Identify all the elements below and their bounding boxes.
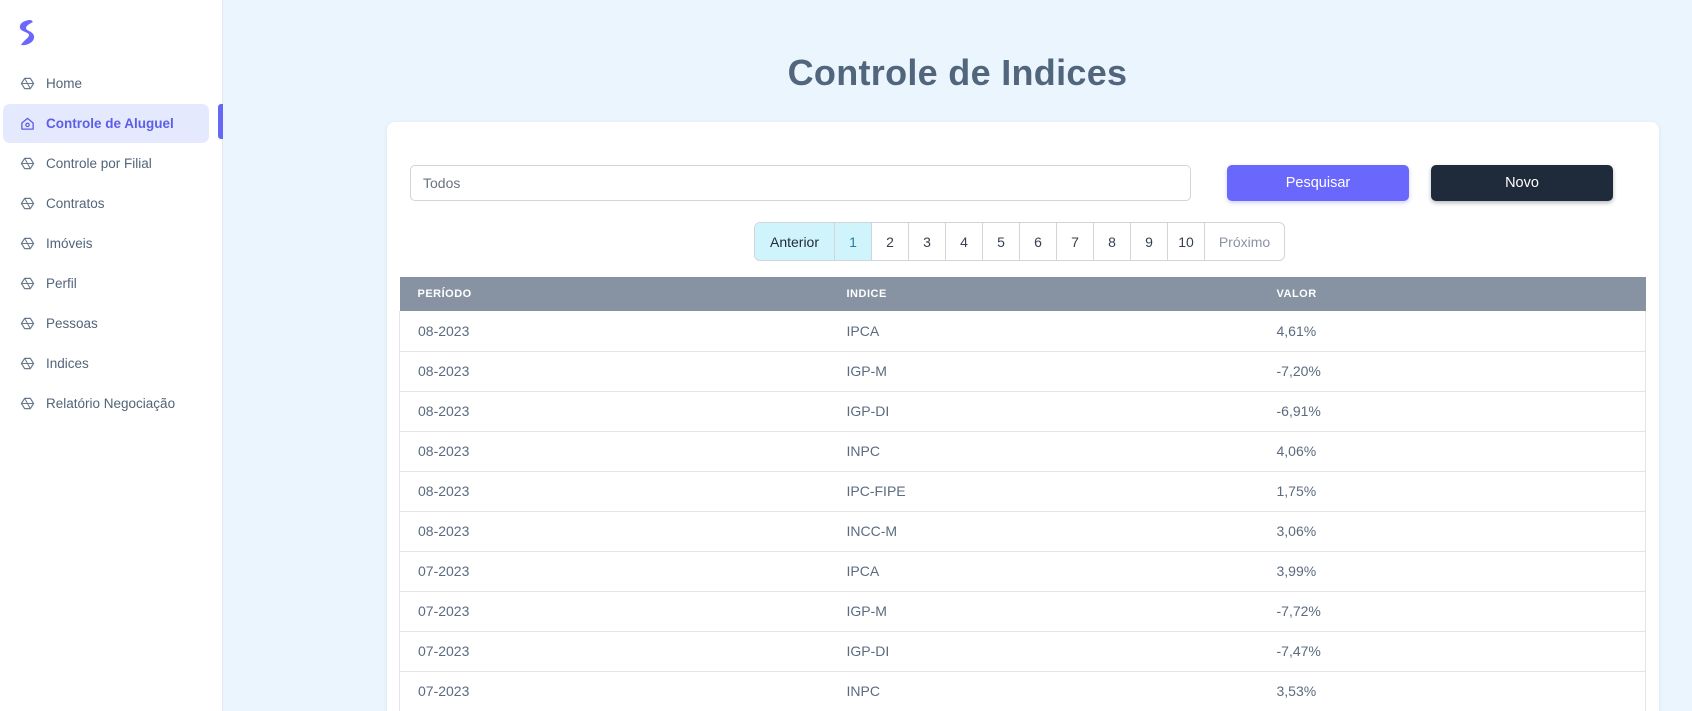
cube-icon bbox=[19, 196, 35, 212]
pagination-page-7[interactable]: 7 bbox=[1057, 223, 1094, 260]
sidebar-item-label: Relatório Negociação bbox=[46, 396, 176, 411]
cell-indice: IGP-DI bbox=[828, 391, 1259, 432]
cell-periodo: 07-2023 bbox=[399, 591, 829, 632]
indices-card: Pesquisar Novo Anterior 12345678910Próxi… bbox=[387, 122, 1659, 711]
cell-periodo: 07-2023 bbox=[399, 671, 829, 711]
sidebar-item-label: Imóveis bbox=[46, 236, 93, 251]
cell-periodo: 08-2023 bbox=[399, 311, 829, 352]
pagination-page-5[interactable]: 5 bbox=[983, 223, 1020, 260]
sidebar-item-relatorio-negociacao[interactable]: Relatório Negociação bbox=[3, 384, 209, 423]
house-icon bbox=[19, 116, 35, 132]
table-row[interactable]: 08-2023 IGP-M -7,20% bbox=[399, 351, 1646, 392]
cell-periodo: 07-2023 bbox=[399, 551, 829, 592]
sidebar-item-label: Controle por Filial bbox=[46, 156, 152, 171]
cube-icon bbox=[19, 76, 35, 92]
cell-periodo: 08-2023 bbox=[399, 431, 829, 472]
header-indice[interactable]: INDICE bbox=[828, 277, 1259, 311]
cell-indice: INPC bbox=[828, 671, 1259, 711]
cell-valor: -7,47% bbox=[1258, 631, 1646, 672]
active-nav-marker bbox=[218, 104, 223, 139]
cell-periodo: 08-2023 bbox=[399, 471, 829, 512]
cube-icon bbox=[19, 396, 35, 412]
sidebar-item-pessoas[interactable]: Pessoas bbox=[3, 304, 209, 343]
cell-indice: INPC bbox=[828, 431, 1259, 472]
brand-logo-icon[interactable] bbox=[16, 18, 38, 48]
search-input[interactable] bbox=[410, 165, 1191, 201]
pagination: Anterior 1 2 3 4 5 6 7 8 9 10 Próximo bbox=[754, 222, 1285, 261]
sidebar-item-contratos[interactable]: Contratos bbox=[3, 184, 209, 223]
cell-indice: IPCA bbox=[828, 551, 1259, 592]
table-row[interactable]: 07-2023 INPC 3,53% bbox=[399, 671, 1646, 711]
cell-valor: 3,53% bbox=[1258, 671, 1646, 711]
cell-indice: IGP-M bbox=[828, 591, 1259, 632]
pagination-page-4[interactable]: 4 bbox=[946, 223, 983, 260]
pagination-page-2[interactable]: 2 bbox=[872, 223, 909, 260]
cube-icon bbox=[19, 156, 35, 172]
cell-valor: 1,75% bbox=[1258, 471, 1646, 512]
cell-indice: IGP-DI bbox=[828, 631, 1259, 672]
table-row[interactable]: 07-2023 IGP-DI -7,47% bbox=[399, 631, 1646, 672]
sidebar-item-label: Pessoas bbox=[46, 316, 98, 331]
table-row[interactable]: 08-2023 IPCA 4,61% bbox=[399, 311, 1646, 352]
cell-valor: 4,61% bbox=[1258, 311, 1646, 352]
cube-icon bbox=[19, 276, 35, 292]
sidebar-item-label: Home bbox=[46, 76, 83, 91]
pagination-page-3[interactable]: 3 bbox=[909, 223, 946, 260]
cube-icon bbox=[19, 236, 35, 252]
sidebar-item-perfil[interactable]: Perfil bbox=[3, 264, 209, 303]
cell-periodo: 07-2023 bbox=[399, 631, 829, 672]
page-title: Controle de Indices bbox=[787, 52, 1128, 93]
cell-valor: -7,72% bbox=[1258, 591, 1646, 632]
sidebar-item-label: Contratos bbox=[46, 196, 105, 211]
sidebar-item-label: Perfil bbox=[46, 276, 77, 291]
sidebar-item-label: Indices bbox=[46, 356, 89, 371]
cell-valor: 3,06% bbox=[1258, 511, 1646, 552]
table-row[interactable]: 08-2023 IGP-DI -6,91% bbox=[399, 391, 1646, 432]
pagination-page-1[interactable]: 1 bbox=[835, 223, 872, 260]
table-row[interactable]: 08-2023 INCC-M 3,06% bbox=[399, 511, 1646, 552]
cell-indice: INCC-M bbox=[828, 511, 1259, 552]
pagination-next[interactable]: Próximo bbox=[1205, 223, 1284, 260]
new-button[interactable]: Novo bbox=[1431, 165, 1613, 201]
table-row[interactable]: 07-2023 IPCA 3,99% bbox=[399, 551, 1646, 592]
sidebar: Home Controle de Aluguel Controle por Fili… bbox=[0, 0, 223, 711]
table-row[interactable]: 08-2023 IPC-FIPE 1,75% bbox=[399, 471, 1646, 512]
pagination-previous[interactable]: Anterior bbox=[755, 223, 835, 260]
cell-valor: -7,20% bbox=[1258, 351, 1646, 392]
pagination-page-10[interactable]: 10 bbox=[1168, 223, 1205, 260]
sidebar-item-indices[interactable]: Indices bbox=[3, 344, 209, 383]
sidebar-item-controle-por-filial[interactable]: Controle por Filial bbox=[3, 144, 209, 183]
cube-icon bbox=[19, 356, 35, 372]
cell-periodo: 08-2023 bbox=[399, 351, 829, 392]
table-header-row: PERÍODO INDICE VALOR bbox=[399, 277, 1646, 311]
cell-valor: 4,06% bbox=[1258, 431, 1646, 472]
pagination-page-9[interactable]: 9 bbox=[1131, 223, 1168, 260]
search-button[interactable]: Pesquisar bbox=[1227, 165, 1409, 201]
pagination-page-6[interactable]: 6 bbox=[1020, 223, 1057, 260]
sidebar-nav: Home Controle de Aluguel Controle por Fili… bbox=[3, 64, 209, 424]
sidebar-item-imoveis[interactable]: Imóveis bbox=[3, 224, 209, 263]
table-row[interactable]: 08-2023 INPC 4,06% bbox=[399, 431, 1646, 472]
cell-periodo: 08-2023 bbox=[399, 391, 829, 432]
table-row[interactable]: 07-2023 IGP-M -7,72% bbox=[399, 591, 1646, 632]
cell-valor: 3,99% bbox=[1258, 551, 1646, 592]
cell-indice: IGP-M bbox=[828, 351, 1259, 392]
header-valor[interactable]: VALOR bbox=[1258, 277, 1646, 311]
header-periodo[interactable]: PERÍODO bbox=[399, 277, 829, 311]
cube-icon bbox=[19, 316, 35, 332]
sidebar-item-home[interactable]: Home bbox=[3, 64, 209, 103]
cell-periodo: 08-2023 bbox=[399, 511, 829, 552]
sidebar-item-label: Controle de Aluguel bbox=[46, 116, 174, 131]
cell-indice: IPC-FIPE bbox=[828, 471, 1259, 512]
indices-table: PERÍODO INDICE VALOR 08-2023 IPCA 4,61% 08-… bbox=[399, 277, 1646, 711]
cell-valor: -6,91% bbox=[1258, 391, 1646, 432]
sidebar-item-controle-de-aluguel[interactable]: Controle de Aluguel bbox=[3, 104, 209, 143]
pagination-page-8[interactable]: 8 bbox=[1094, 223, 1131, 260]
cell-indice: IPCA bbox=[828, 311, 1259, 352]
